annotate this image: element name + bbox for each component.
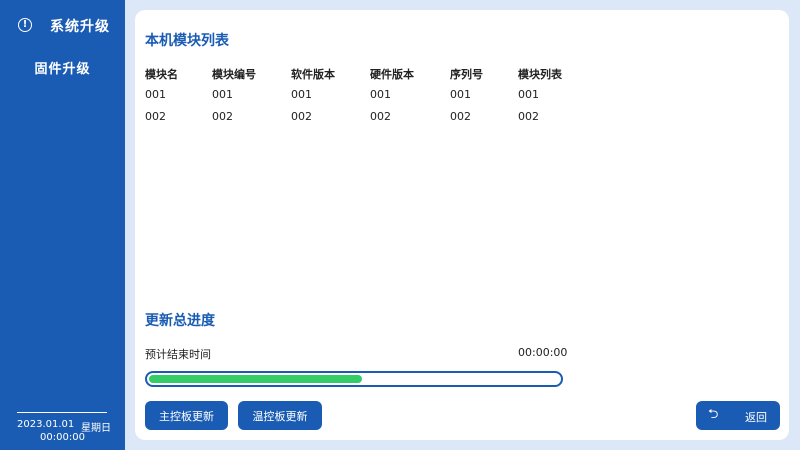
table-cell: 001	[291, 88, 312, 101]
table-cell: 002	[145, 110, 166, 123]
table-cell: 002	[291, 110, 312, 123]
table-cell: 001	[145, 88, 166, 101]
column-header: 模块名	[145, 68, 178, 81]
estimate-value: 00:00:00	[518, 346, 568, 359]
sidebar-header: ! 系统升级	[0, 14, 125, 38]
temp-board-update-button[interactable]: 温控板更新	[238, 401, 322, 430]
table-cell: 001	[370, 88, 391, 101]
progress-bar	[145, 371, 563, 387]
table-cell: 001	[212, 88, 233, 101]
module-list-title: 本机模块列表	[145, 33, 229, 49]
table-cell: 002	[518, 110, 539, 123]
column-header: 硬件版本	[370, 68, 414, 81]
estimate-label: 预计结束时间	[145, 348, 211, 361]
table-cell: 001	[518, 88, 539, 101]
sidebar-item-firmware-upgrade[interactable]: 固件升级	[0, 60, 125, 80]
back-button-label: 返回	[745, 411, 767, 424]
column-header: 软件版本	[291, 68, 335, 81]
sidebar: ! 系统升级 固件升级 2023.01.01 星期日 00:00:00	[0, 0, 125, 450]
table-cell: 002	[212, 110, 233, 123]
sidebar-time: 00:00:00	[40, 432, 85, 443]
progress-fill	[149, 375, 362, 383]
info-circle-icon: !	[18, 18, 32, 32]
sidebar-title: 系统升级	[50, 19, 110, 35]
main-board-update-button[interactable]: 主控板更新	[145, 401, 228, 430]
sidebar-date: 2023.01.01	[17, 419, 75, 430]
table-cell: 002	[370, 110, 391, 123]
back-button[interactable]: ⮌ 返回	[696, 401, 780, 430]
column-header: 模块编号	[212, 68, 256, 81]
progress-title: 更新总进度	[145, 313, 215, 329]
sidebar-divider	[17, 412, 107, 413]
table-cell: 002	[450, 110, 471, 123]
app-window: ! 系统升级 固件升级 2023.01.01 星期日 00:00:00 本机模块…	[0, 0, 800, 450]
column-header: 序列号	[450, 68, 483, 81]
return-arrow-icon: ⮌	[708, 407, 719, 422]
column-header: 模块列表	[518, 68, 562, 81]
main-panel: 本机模块列表 模块名 模块编号 软件版本 硬件版本 序列号 模块列表 001 0…	[135, 10, 789, 440]
table-cell: 001	[450, 88, 471, 101]
